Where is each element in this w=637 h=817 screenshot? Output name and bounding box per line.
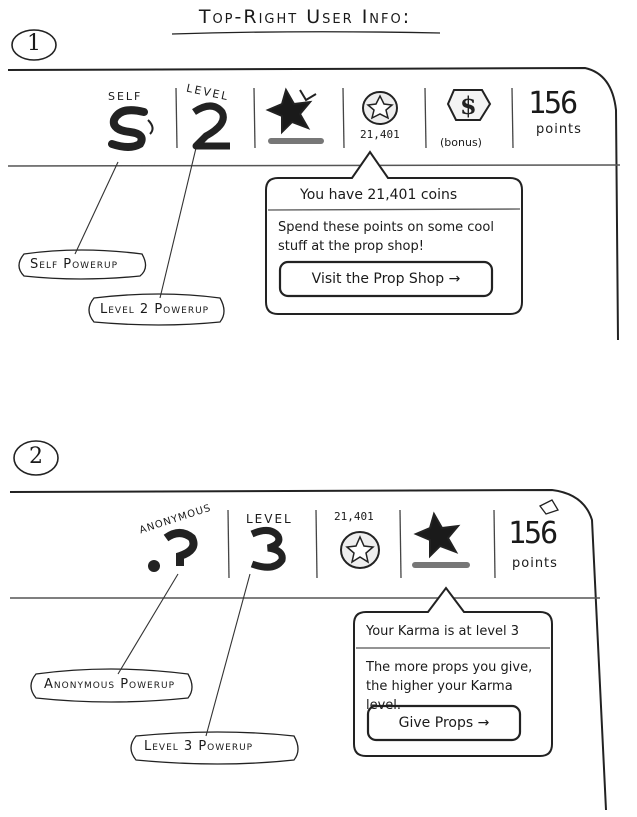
level3-powerup-callout: Level 3 Powerup [144, 739, 254, 754]
coin-icon-2[interactable] [338, 528, 382, 572]
give-props-button[interactable]: Give Props → [368, 706, 520, 740]
coins-value-2: 21,401 [334, 510, 374, 523]
sketch2-number: 2 [29, 444, 43, 469]
karma-star-icon-2[interactable] [410, 506, 486, 570]
points-value-2: 156 [508, 516, 558, 551]
anonymous-powerup-callout: Anonymous Powerup [44, 677, 175, 692]
level3-powerup-icon[interactable] [244, 526, 302, 572]
anonymous-powerup-icon[interactable] [144, 526, 208, 574]
popup2-header: Your Karma is at level 3 [366, 624, 520, 639]
points-label-2: points [512, 556, 558, 571]
level-label-2: LEVEL [246, 512, 293, 526]
